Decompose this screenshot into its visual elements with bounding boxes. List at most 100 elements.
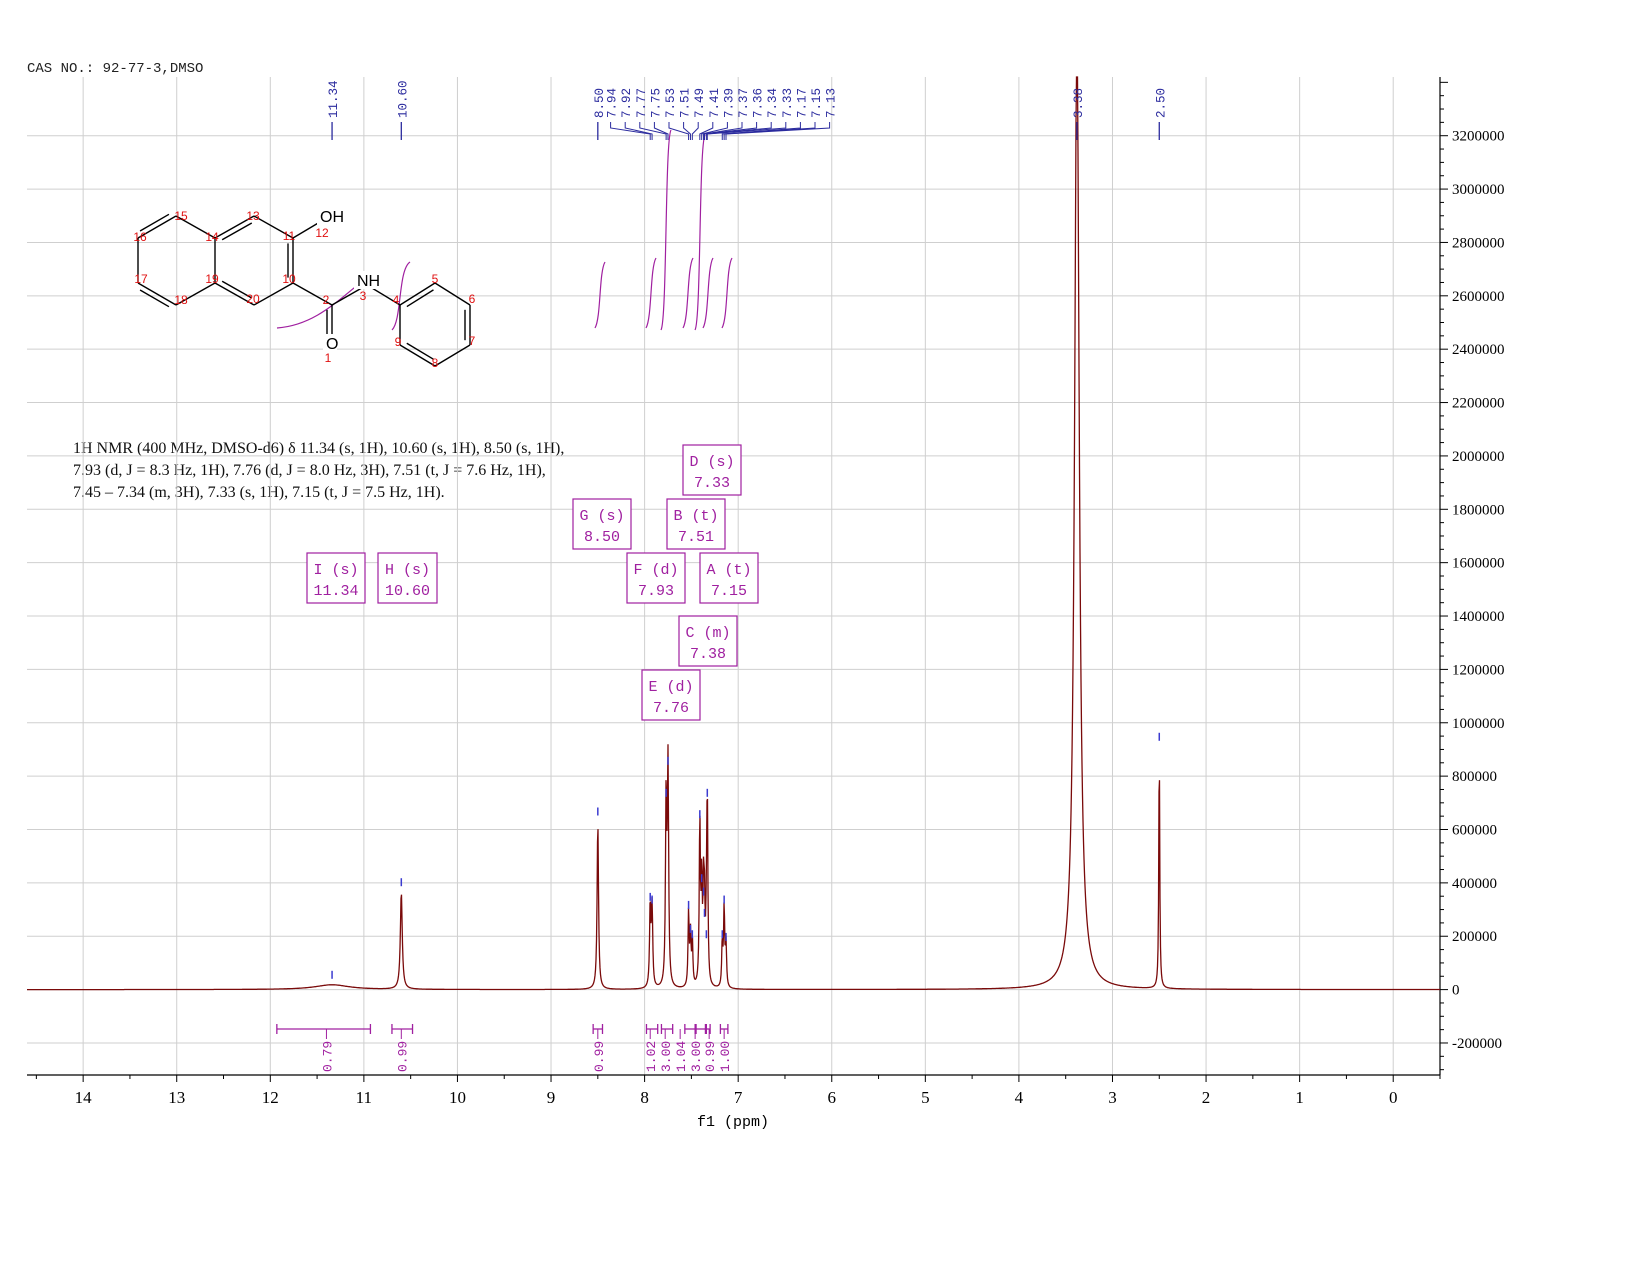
x-tick-label: 14 [75, 1088, 93, 1107]
atom-oh: OH [320, 209, 344, 226]
y-tick-label: 1600000 [1452, 556, 1505, 572]
y-tick-label: 200000 [1452, 929, 1497, 945]
atom-number: 14 [205, 230, 219, 244]
integral-value: 3.00 [659, 1041, 674, 1072]
integral-value: 0.99 [395, 1041, 410, 1072]
atom-number: 18 [174, 293, 188, 307]
integral-curve [660, 129, 672, 331]
axes: 14 13 12 11 10 9 8 7 6 5 4 3 2 1 0f1 (ppm)320000030000… [27, 77, 1505, 1131]
multiplet-shift: 11.34 [313, 583, 358, 600]
molecule-structure: OHNHO12 3 4567891011 121314151617181920 [133, 207, 476, 370]
peak-leader-line [668, 122, 690, 140]
spectrum [27, 76, 1440, 991]
x-tick-label: 0 [1389, 1088, 1398, 1107]
peak-shift-label: 7.34 [766, 88, 780, 118]
peak-shift-label: 2.50 [1154, 88, 1168, 118]
peak-leader-line [691, 122, 699, 140]
atom-number: 8 [432, 356, 439, 370]
y-tick-label: 3200000 [1452, 129, 1505, 145]
x-tick-label: 6 [828, 1088, 837, 1107]
multiplet-box: D (s) 7.33 [682, 444, 742, 496]
bond [399, 344, 436, 367]
multiplet-letter: F (d) [633, 562, 678, 579]
y-tick-label: 2600000 [1452, 289, 1505, 305]
multiplet-box: E (d) 7.76 [641, 669, 701, 721]
multiplet-shift: 7.38 [690, 646, 726, 663]
peak-shift-label: 7.36 [752, 88, 766, 118]
multiplet-letter: H (s) [385, 562, 430, 579]
multiplet-shift: 7.15 [711, 583, 747, 600]
integral-curve [645, 257, 657, 329]
peak-shift-label: 7.92 [620, 88, 634, 118]
peak-shift-label: 7.15 [810, 88, 824, 118]
atom-number: 5 [432, 272, 439, 286]
peak-shift-label: 7.77 [635, 88, 649, 118]
multiplet-shift: 10.60 [385, 583, 430, 600]
y-tick-label: 400000 [1452, 876, 1497, 892]
multiplet-box: B (t) 7.51 [666, 498, 726, 550]
x-tick-label: 1 [1295, 1088, 1304, 1107]
y-tick-label: 2200000 [1452, 396, 1505, 412]
y-tick-label: 3000000 [1452, 182, 1505, 198]
atom-nh: NH [357, 273, 380, 290]
x-tick-label: 8 [640, 1088, 649, 1107]
multiplet-shift: 7.33 [694, 475, 730, 492]
y-tick-label: 2400000 [1452, 342, 1505, 358]
peak-shift-label: 7.53 [664, 88, 678, 118]
y-tick-label: -200000 [1452, 1036, 1502, 1052]
peak-shift-label: 7.33 [781, 88, 795, 118]
peak-shift-label: 11.34 [327, 80, 341, 118]
y-tick-label: 2000000 [1452, 449, 1505, 465]
integral-value: 0.99 [592, 1041, 607, 1072]
spectrum-line [27, 76, 1440, 991]
multiplet-letter: C (m) [685, 625, 730, 642]
x-tick-label: 13 [168, 1088, 185, 1107]
y-tick-label: 600000 [1452, 823, 1497, 839]
multiplet-box: G (s) 8.50 [572, 498, 632, 550]
peak-shift-label: 7.13 [825, 88, 839, 118]
multiplet-letter: E (d) [648, 679, 693, 696]
integral-curve [694, 134, 706, 331]
peak-leader-line [683, 122, 691, 140]
x-axis-title: f1 (ppm) [697, 1114, 769, 1131]
nmr-spectrum-chart: 14 13 12 11 10 9 8 7 6 5 4 3 2 1 0f1 (ppm)320000030000… [27, 76, 1505, 1131]
x-tick-label: 9 [547, 1088, 556, 1107]
bond [399, 282, 436, 306]
peak-shift-label: 7.17 [795, 88, 809, 118]
integral-value: 1.00 [718, 1041, 733, 1072]
integral-curve [721, 257, 733, 329]
y-tick-label: 1800000 [1452, 502, 1505, 518]
atom-number: 15 [174, 209, 188, 223]
y-tick-label: 1200000 [1452, 662, 1505, 678]
multiplet-box: C (m) 7.38 [678, 615, 738, 667]
multiplet-letter: B (t) [673, 508, 718, 525]
atom-number: 16 [133, 230, 147, 244]
y-tick-label: 1400000 [1452, 609, 1505, 625]
multiplet-box: H (s) 10.60 [377, 552, 438, 604]
multiplet-letter: I (s) [313, 562, 358, 579]
peak-shift-label: 7.75 [649, 88, 663, 118]
multiplet-shift: 7.93 [638, 583, 674, 600]
peak-shift-label: 10.60 [396, 80, 410, 118]
x-tick-label: 3 [1108, 1088, 1117, 1107]
multiplet-shift: 8.50 [584, 529, 620, 546]
multiplet-box: F (d) 7.93 [626, 552, 686, 604]
peak-shift-label: 7.37 [737, 88, 751, 118]
integral-curve [702, 257, 714, 329]
y-tick-label: 2800000 [1452, 235, 1505, 251]
bond [137, 282, 177, 306]
atom-number: 9 [395, 335, 402, 349]
x-tick-label: 5 [921, 1088, 930, 1107]
y-tick-label: 0 [1452, 983, 1460, 999]
integral-value: 1.04 [674, 1041, 689, 1072]
multiplet-shift: 7.51 [678, 529, 714, 546]
peak-shift-label: 7.41 [708, 88, 722, 118]
integral-curve [682, 257, 694, 329]
bond [434, 282, 471, 306]
atom-number: 6 [469, 292, 476, 306]
integral-value: 1.02 [644, 1041, 659, 1072]
y-tick-label: 1000000 [1452, 716, 1505, 732]
atom-number: 3 [360, 289, 367, 303]
y-tick-label: 800000 [1452, 769, 1497, 785]
multiplet-boxes: I (s) 11.34 H (s) 10.60 G (s) 8.50 F (d) 7.93 E … [306, 444, 759, 721]
